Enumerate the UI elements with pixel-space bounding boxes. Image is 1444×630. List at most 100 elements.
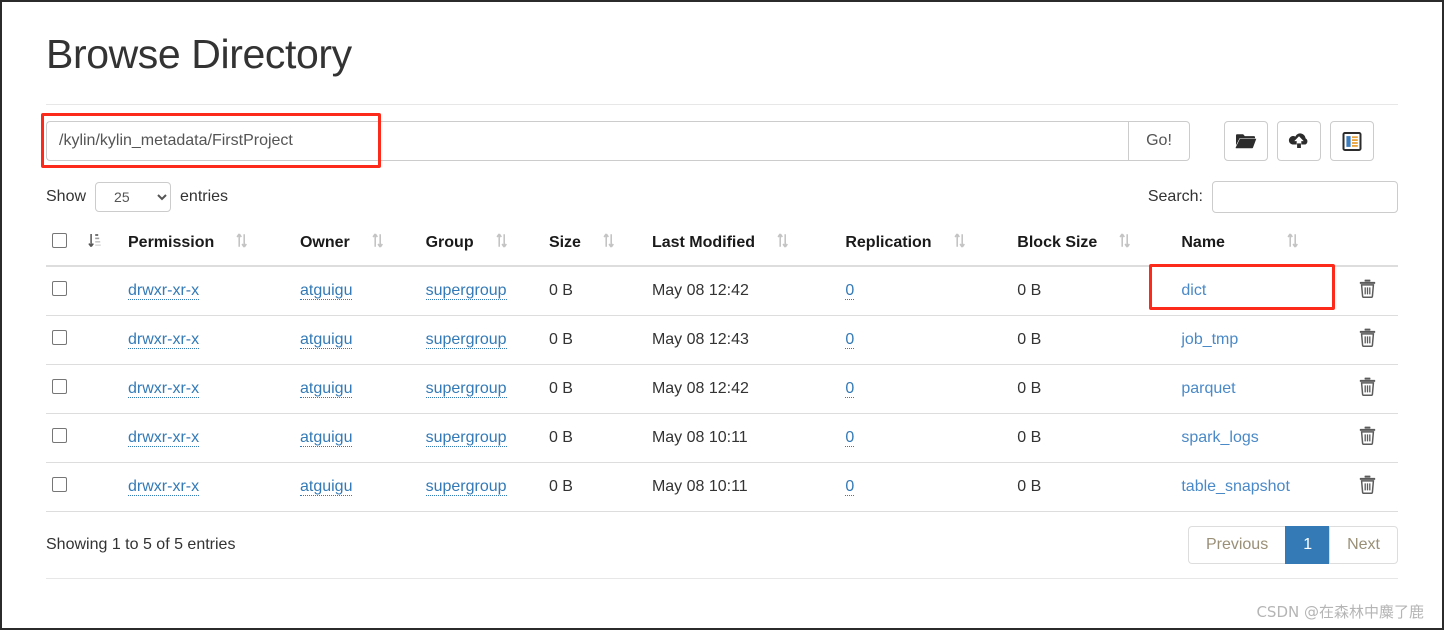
permission-link[interactable]: drwxr-xr-x [128, 282, 200, 301]
owner-link[interactable]: atguigu [299, 478, 353, 497]
new-directory-button[interactable] [1224, 121, 1268, 162]
permission-link[interactable]: drwxr-xr-x [128, 429, 200, 448]
cell-size: 0 B [540, 462, 644, 513]
cell-replication: 0 [837, 315, 1010, 366]
footer-divider [46, 578, 1398, 580]
permission-link[interactable]: drwxr-xr-x [128, 331, 200, 350]
clipboard-list-icon [1342, 131, 1362, 151]
go-button[interactable]: Go! [1128, 121, 1190, 162]
group-link[interactable]: supergroup [425, 380, 507, 399]
title-divider [46, 104, 1398, 106]
column-header-replication[interactable]: Replication [837, 227, 1010, 268]
row-checkbox[interactable] [52, 330, 67, 346]
cell-replication: 0 [837, 413, 1010, 464]
delete-row-button[interactable] [1359, 426, 1376, 446]
pagination-page-1[interactable]: 1 [1285, 526, 1330, 565]
column-header-owner[interactable]: Owner [291, 227, 418, 268]
replication-link[interactable]: 0 [845, 478, 855, 497]
column-label-permission: Permission [128, 234, 215, 252]
cell-last-modified: May 08 12:42 [643, 364, 838, 415]
upload-files-button[interactable] [1277, 121, 1321, 162]
cell-actions [1342, 462, 1398, 513]
table-footer: Showing 1 to 5 of 5 entries Previous 1 N… [46, 526, 1398, 565]
row-select-cell [46, 413, 80, 464]
cell-block-size: 0 B [1009, 266, 1174, 317]
row-checkbox[interactable] [52, 428, 67, 444]
cloud-upload-icon [1288, 132, 1310, 150]
owner-link[interactable]: atguigu [299, 380, 353, 399]
search-input[interactable] [1212, 181, 1398, 214]
row-checkbox[interactable] [52, 281, 67, 297]
cell-actions [1342, 315, 1398, 366]
sort-amount-desc-icon[interactable] [88, 234, 101, 252]
table-row: drwxr-xr-x atguigu supergroup 0 B May 08… [46, 413, 1398, 464]
cell-block-size: 0 B [1009, 315, 1174, 366]
cell-name: table_snapshot [1173, 462, 1342, 513]
sort-toggle-icon[interactable] [954, 233, 965, 253]
row-spacer-cell [80, 315, 120, 366]
column-header-permission[interactable]: Permission [120, 227, 292, 268]
cell-group: supergroup [417, 413, 541, 464]
replication-link[interactable]: 0 [845, 282, 855, 301]
column-header-block-size[interactable]: Block Size [1009, 227, 1174, 268]
cell-permission: drwxr-xr-x [120, 364, 292, 415]
column-header-name[interactable]: Name [1173, 227, 1342, 268]
delete-row-button[interactable] [1359, 328, 1376, 350]
entries-per-page-select[interactable]: 25 [95, 182, 172, 213]
permission-link[interactable]: drwxr-xr-x [128, 478, 200, 497]
cell-permission: drwxr-xr-x [120, 462, 292, 513]
cell-replication: 0 [837, 266, 1010, 317]
owner-link[interactable]: atguigu [299, 282, 353, 301]
permission-link[interactable]: drwxr-xr-x [128, 380, 200, 399]
name-link[interactable]: dict [1181, 282, 1206, 299]
name-link[interactable]: job_tmp [1181, 331, 1238, 348]
row-checkbox[interactable] [52, 477, 67, 493]
sort-toggle-icon[interactable] [372, 233, 383, 253]
column-label-last-modified: Last Modified [651, 234, 756, 252]
sort-toggle-icon[interactable] [496, 233, 507, 253]
name-link[interactable]: spark_logs [1181, 429, 1258, 446]
cell-replication: 0 [837, 364, 1010, 415]
cell-block-size: 0 B [1009, 462, 1174, 513]
pagination-next[interactable]: Next [1329, 526, 1398, 565]
search-control: Search: [1148, 181, 1398, 214]
column-label-name: Name [1181, 234, 1225, 252]
directory-tool-buttons [1224, 121, 1374, 162]
column-header-last-modified[interactable]: Last Modified [643, 227, 838, 268]
csdn-watermark: CSDN @在森林中麋了鹿 [1256, 603, 1424, 621]
sort-toggle-icon[interactable] [236, 233, 248, 253]
sort-toggle-icon[interactable] [1119, 233, 1131, 253]
delete-row-button[interactable] [1359, 377, 1376, 397]
sort-toggle-icon[interactable] [777, 233, 789, 253]
cell-block-size: 0 B [1009, 364, 1174, 415]
sort-toggle-icon[interactable] [1287, 233, 1298, 253]
cell-size: 0 B [540, 266, 644, 317]
sort-amount-header[interactable] [80, 227, 120, 268]
select-all-checkbox[interactable] [52, 233, 67, 249]
name-link[interactable]: table_snapshot [1181, 478, 1290, 495]
cell-owner: atguigu [291, 266, 418, 317]
cut-paste-button[interactable] [1330, 121, 1374, 162]
delete-row-button[interactable] [1359, 279, 1376, 299]
table-row: drwxr-xr-x atguigu supergroup 0 B May 08… [46, 462, 1398, 513]
group-link[interactable]: supergroup [425, 331, 507, 350]
group-link[interactable]: supergroup [425, 282, 507, 301]
sort-toggle-icon[interactable] [603, 233, 614, 253]
column-header-group[interactable]: Group [417, 227, 541, 268]
showing-entries-info: Showing 1 to 5 of 5 entries [46, 536, 236, 554]
row-checkbox[interactable] [52, 379, 67, 395]
path-input[interactable] [46, 121, 1128, 162]
trash-icon [1359, 328, 1376, 350]
replication-link[interactable]: 0 [845, 331, 855, 350]
replication-link[interactable]: 0 [845, 380, 855, 399]
column-header-size[interactable]: Size [540, 227, 644, 268]
delete-row-button[interactable] [1359, 475, 1376, 495]
pagination-previous[interactable]: Previous [1187, 526, 1286, 565]
cell-actions [1342, 413, 1398, 464]
name-link[interactable]: parquet [1181, 380, 1235, 397]
owner-link[interactable]: atguigu [299, 429, 353, 448]
replication-link[interactable]: 0 [845, 429, 855, 448]
group-link[interactable]: supergroup [425, 478, 507, 497]
group-link[interactable]: supergroup [425, 429, 507, 448]
owner-link[interactable]: atguigu [299, 331, 353, 350]
